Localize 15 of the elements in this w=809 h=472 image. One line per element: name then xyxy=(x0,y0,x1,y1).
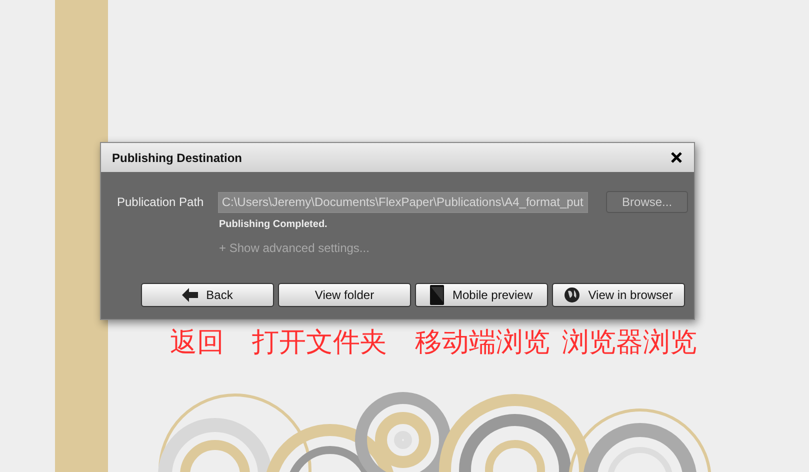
path-label: Publication Path xyxy=(117,195,205,209)
tablet-icon xyxy=(430,285,444,305)
dialog-title: Publishing Destination xyxy=(112,150,242,164)
dialog-button[interactable]: View folder xyxy=(278,283,411,307)
status-text: Publishing Completed. xyxy=(219,219,328,230)
dialog-button[interactable]: Mobile preview xyxy=(415,283,548,307)
annotation-text: 打开文件夹 xyxy=(252,326,387,360)
annotation-text: 返回 xyxy=(170,326,224,360)
dialog-button[interactable]: View in browser xyxy=(552,283,685,307)
annotation-text: 移动端浏览 xyxy=(415,326,550,360)
left-arrow-icon xyxy=(182,288,198,302)
annotation-text: 浏览器浏览 xyxy=(562,326,697,360)
dialog-button[interactable]: Back xyxy=(141,283,274,307)
globe-icon xyxy=(564,287,580,303)
close-icon[interactable] xyxy=(671,152,682,163)
